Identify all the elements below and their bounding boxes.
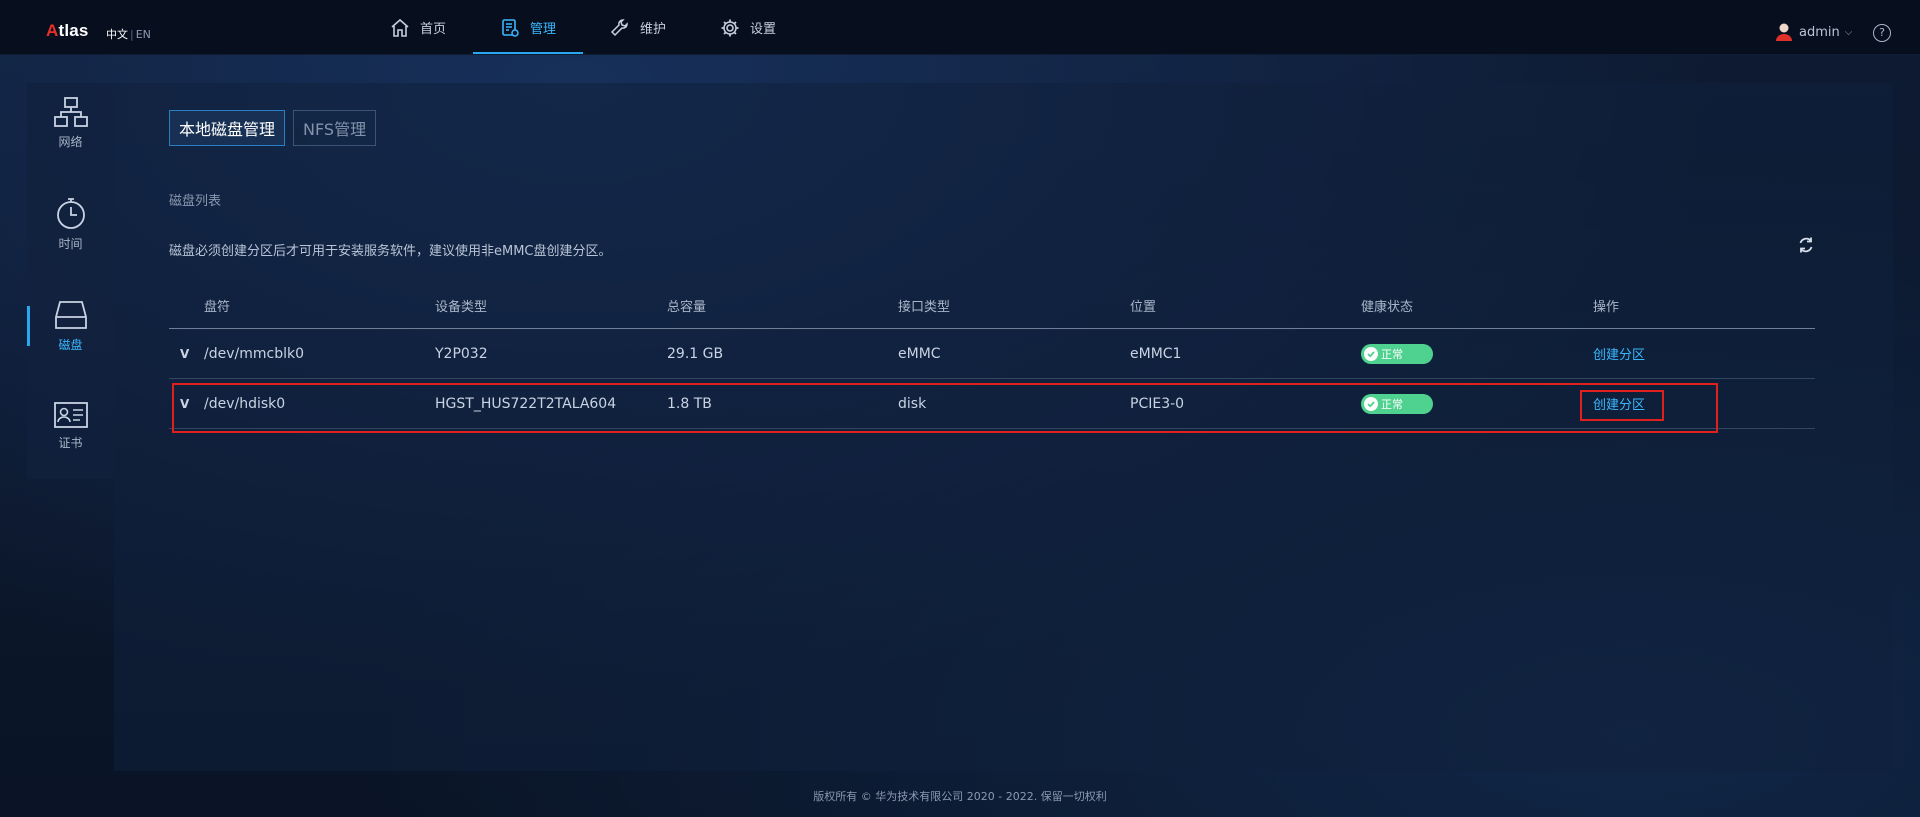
interface-cell: eMMC	[898, 345, 941, 362]
location-cell: PCIE3-0	[1130, 395, 1185, 412]
col-capacity: 总容量	[667, 300, 707, 315]
col-drive: 盘符	[204, 300, 231, 315]
nav-settings[interactable]: 设置	[693, 0, 803, 55]
check-icon	[1364, 396, 1378, 411]
help-icon[interactable]: ?	[1873, 24, 1891, 42]
tab-nfs[interactable]: NFS管理	[293, 110, 377, 146]
table-row: V /dev/hdisk0 HGST_HUS722T2TALA604 1.8 T…	[169, 379, 1815, 429]
col-action: 操作	[1593, 300, 1620, 315]
manage-icon	[502, 18, 519, 37]
lang-cn[interactable]: 中文	[106, 28, 128, 41]
sidebar-item-network[interactable]: 网络	[27, 83, 114, 163]
user-menu[interactable]: admin ⌵	[1775, 22, 1852, 42]
status-badge: 正常	[1361, 393, 1433, 414]
tab-bar: 本地磁盘管理 NFS管理	[169, 110, 384, 146]
atlas-logo[interactable]: Atlas	[46, 21, 89, 41]
sidebar-item-time[interactable]: 时间	[27, 184, 114, 264]
hint-text: 磁盘必须创建分区后才可用于安装服务软件，建议使用非eMMC盘创建分区。	[169, 244, 612, 259]
lang-en[interactable]: EN	[136, 28, 151, 41]
footer-copyright: 版权所有 © 华为技术有限公司 2020 - 2022. 保留一切权利	[813, 790, 1107, 803]
disk-icon	[54, 301, 87, 329]
home-icon	[391, 18, 409, 37]
gear-icon	[721, 19, 739, 36]
table-header: 盘符 设备类型 总容量 接口类型 位置 健康状态 操作	[169, 283, 1815, 329]
chevron-down-icon: ⌵	[1844, 26, 1853, 38]
status-badge: 正常	[1361, 343, 1433, 364]
capacity-cell: 1.8 TB	[667, 395, 712, 412]
location-cell: eMMC1	[1130, 345, 1182, 362]
check-icon	[1364, 346, 1378, 361]
top-bar: Atlas 中文 | EN 首页 管理 维护 设置 admin ⌵ ?	[0, 0, 1920, 55]
sidebar-item-certificate[interactable]: 证书	[27, 386, 114, 466]
section-title: 磁盘列表	[169, 194, 222, 209]
disk-table: 盘符 设备类型 总容量 接口类型 位置 健康状态 操作 V /dev/mmcbl…	[169, 283, 1815, 429]
username: admin	[1799, 24, 1840, 40]
nav-home[interactable]: 首页	[363, 0, 473, 55]
sidebar-item-disk[interactable]: 磁盘	[27, 286, 114, 366]
clock-icon	[56, 198, 85, 229]
wrench-icon	[610, 18, 628, 36]
create-partition-button[interactable]: 创建分区	[1593, 348, 1645, 363]
refresh-icon[interactable]	[1796, 235, 1816, 255]
type-cell: HGST_HUS722T2TALA604	[435, 395, 617, 412]
drive-cell: /dev/mmcblk0	[204, 345, 304, 362]
capacity-cell: 29.1 GB	[667, 345, 724, 362]
network-icon	[53, 97, 88, 127]
certificate-icon	[53, 402, 88, 428]
table-row: V /dev/mmcblk0 Y2P032 29.1 GB eMMC eMMC1…	[169, 329, 1815, 379]
avatar-icon	[1776, 23, 1792, 41]
nav-maintain[interactable]: 维护	[583, 0, 693, 55]
drive-cell: /dev/hdisk0	[204, 395, 286, 412]
tab-local-disk[interactable]: 本地磁盘管理	[169, 110, 286, 146]
col-type: 设备类型	[435, 300, 488, 315]
nav-manage[interactable]: 管理	[473, 0, 583, 55]
main-nav: 首页 管理 维护 设置	[363, 0, 803, 55]
col-health: 健康状态	[1361, 300, 1414, 315]
main-panel: 本地磁盘管理 NFS管理 磁盘列表 磁盘必须创建分区后才可用于安装服务软件，建议…	[114, 83, 1893, 771]
col-interface: 接口类型	[898, 300, 951, 315]
create-partition-button[interactable]: 创建分区	[1593, 398, 1645, 413]
sidebar: 网络 时间 磁盘 证书	[27, 83, 114, 479]
interface-cell: disk	[898, 395, 927, 412]
type-cell: Y2P032	[435, 345, 488, 362]
expand-toggle[interactable]: V	[169, 397, 204, 411]
col-location: 位置	[1130, 300, 1157, 315]
language-switch: 中文 | EN	[106, 28, 151, 41]
expand-toggle[interactable]: V	[169, 347, 204, 361]
